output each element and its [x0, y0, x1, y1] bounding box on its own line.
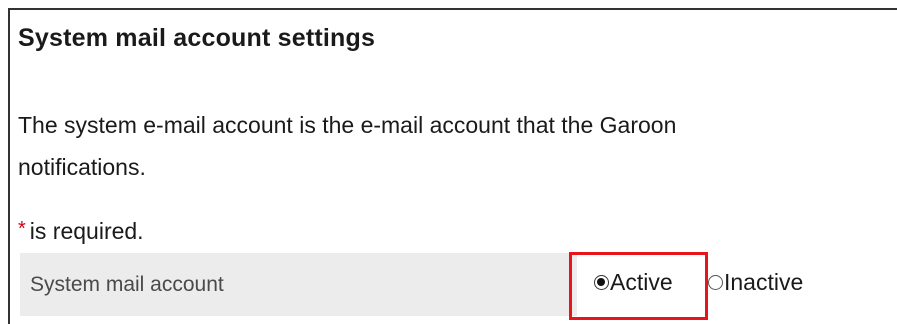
radio-option-inactive[interactable]: Inactive — [708, 269, 803, 296]
description-text: The system e-mail account is the e-mail … — [18, 104, 888, 188]
system-mail-account-row: System mail account Active Inactive — [20, 253, 889, 316]
radio-inactive-button[interactable] — [708, 275, 723, 290]
required-note: * is required. — [18, 218, 144, 245]
field-label-cell: System mail account — [20, 253, 577, 316]
radio-active-button[interactable] — [594, 275, 609, 290]
radio-active-label[interactable]: Active — [610, 269, 673, 296]
description-line: The system e-mail account is the e-mail … — [18, 112, 677, 138]
description-line: notifications. — [18, 154, 146, 180]
radio-option-active[interactable]: Active — [594, 269, 673, 296]
required-asterisk: * — [18, 218, 26, 240]
radio-inactive-label[interactable]: Inactive — [724, 269, 803, 296]
field-label: System mail account — [30, 273, 224, 296]
page-title: System mail account settings — [18, 24, 376, 52]
required-note-text: is required. — [29, 218, 144, 244]
field-value-cell: Active Inactive — [577, 253, 889, 316]
